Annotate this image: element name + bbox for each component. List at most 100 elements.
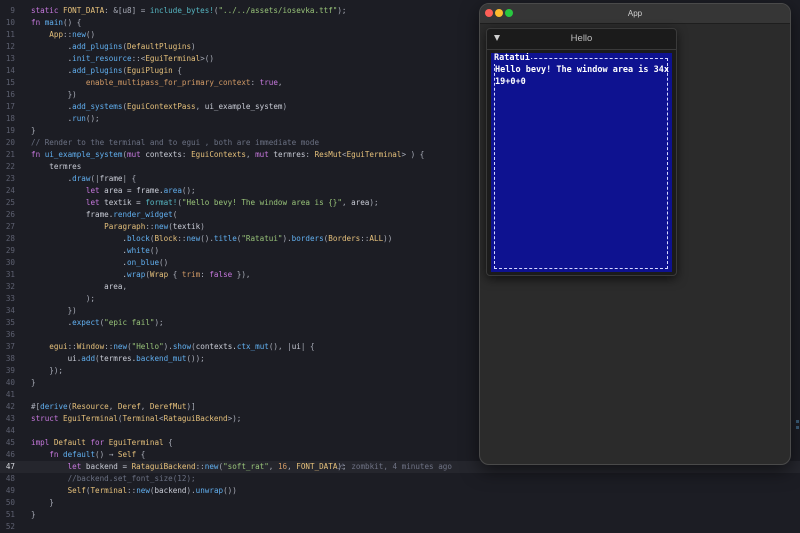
code-text: } [31, 125, 36, 137]
code-text: } [31, 377, 36, 389]
code-token: () { [63, 18, 82, 27]
code-token: ) [282, 102, 288, 111]
code-token: area [31, 282, 123, 291]
code-line[interactable]: 52 [0, 521, 800, 533]
code-token: main [44, 18, 64, 27]
code-token: () [159, 258, 169, 267]
code-token: derive [40, 402, 68, 411]
code-token: ) [200, 222, 205, 231]
editor-scrollbar[interactable] [794, 0, 800, 485]
code-token: . [31, 258, 128, 267]
app-window[interactable]: App Hello Ratatui Hello bevy! The window… [479, 3, 791, 465]
code-line[interactable]: 51} [0, 509, 800, 521]
line-number: 22 [5, 162, 15, 171]
code-token: . [31, 174, 73, 183]
scroll-marker [796, 420, 799, 423]
line-number: 17 [5, 102, 15, 111]
code-token: | { [300, 342, 315, 351]
code-token: | { [122, 174, 137, 183]
code-text: .draw(|frame| { [31, 173, 137, 185]
window-title: App [627, 9, 643, 18]
line-number: 32 [5, 282, 15, 291]
code-token: . [31, 318, 73, 327]
code-token: frame. [31, 210, 114, 219]
terminal-block-title: Ratatui [493, 53, 531, 64]
code-token: new [204, 462, 219, 471]
code-token: fn [31, 150, 45, 159]
code-token: RataguiBackend [163, 414, 228, 423]
code-token: :: [67, 342, 77, 351]
code-token: wrap [127, 270, 146, 279]
code-token: termres [273, 150, 306, 159]
code-token: } [31, 498, 54, 507]
code-token: . [31, 54, 73, 63]
code-token: ); [369, 198, 379, 207]
code-token: run [72, 114, 86, 123]
code-token: fn [49, 450, 64, 459]
line-number: 18 [5, 114, 15, 123]
code-token: Paragraph [104, 222, 146, 231]
code-text: .run(); [31, 113, 100, 125]
code-token: ( [172, 210, 178, 219]
code-text: egui::Window::new("Hello").show(contexts… [31, 341, 315, 353]
line-number: 9 [10, 6, 15, 15]
code-token: . [31, 270, 128, 279]
code-token: . [31, 66, 73, 75]
code-token: unwrap [195, 486, 224, 495]
code-token: area = frame. [104, 186, 164, 195]
code-token: : [250, 78, 260, 87]
egui-window[interactable]: Hello Ratatui Hello bevy! The window are… [486, 28, 677, 276]
code-text: .add_plugins(DefaultPlugins) [31, 41, 196, 53]
code-text: .expect("epic fail"); [31, 317, 164, 329]
code-token: area [163, 186, 182, 195]
code-text: let backend = RataguiBackend::new("soft_… [31, 461, 347, 473]
code-token: (). [200, 234, 214, 243]
code-token: fn [31, 18, 45, 27]
code-token: ()) [223, 486, 237, 495]
code-text: }) [31, 89, 77, 101]
egui-window-header[interactable]: Hello [487, 29, 676, 50]
code-text: struct EguiTerminal(Terminal<RataguiBack… [31, 413, 241, 425]
code-token: Deref [117, 402, 141, 411]
code-line[interactable]: 49 Self(Terminal::new(backend).unwrap()) [0, 485, 800, 497]
line-number: 10 [5, 18, 15, 27]
code-line[interactable]: 50 } [0, 497, 800, 509]
code-token: EguiContexts [191, 150, 246, 159]
code-token: , [195, 102, 205, 111]
code-token: add_plugins [72, 66, 123, 75]
code-text: } [31, 509, 36, 521]
code-text: static FONT_DATA: &[u8] = include_bytes!… [31, 5, 347, 17]
code-token: add [81, 354, 96, 363]
code-token: "Hello bevy! The window area is {}" [181, 198, 342, 207]
code-token: new [154, 222, 169, 231]
code-token: , [140, 402, 150, 411]
code-token: ui_example_system [204, 102, 283, 111]
code-token: } [31, 378, 36, 387]
code-text: fn main() { [31, 17, 81, 29]
line-number: 16 [5, 90, 15, 99]
line-number: 13 [5, 54, 15, 63]
code-token: >() [200, 54, 214, 63]
code-line[interactable]: 48 //backend.set_font_size(12); [0, 473, 800, 485]
code-token: expect [72, 318, 100, 327]
code-token: trim [181, 270, 201, 279]
code-token: #[ [31, 402, 41, 411]
code-token: . [31, 102, 73, 111]
code-token: , [108, 402, 118, 411]
code-token: () → [95, 450, 118, 459]
blame-text: zombkit, 4 minutes ago [351, 462, 452, 471]
code-text: }) [31, 305, 77, 317]
code-token: //backend.set_font_size(12); [31, 474, 196, 483]
code-token: backend [154, 486, 187, 495]
code-token: termres. [99, 354, 137, 363]
line-number: 47 [5, 462, 15, 471]
code-token: Window [76, 342, 105, 351]
window-titlebar[interactable]: App [480, 4, 790, 24]
code-token: Terminal [122, 414, 160, 423]
code-token: }) [31, 306, 77, 315]
code-token: false [209, 270, 233, 279]
code-token: ); [337, 6, 347, 15]
code-token: mut [127, 150, 146, 159]
code-text: impl Default for EguiTerminal { [31, 437, 173, 449]
